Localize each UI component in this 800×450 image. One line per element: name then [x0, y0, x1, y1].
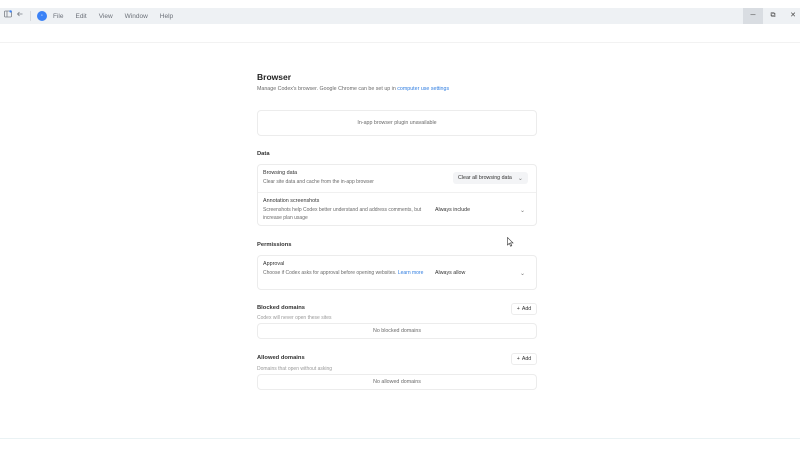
row-divider	[258, 192, 536, 193]
annotation-screenshots-title: Annotation screenshots	[263, 198, 320, 204]
annotation-screenshots-description: Screenshots help Codex better understand…	[263, 207, 422, 221]
approval-description-text: Choose if Codex asks for approval before…	[263, 270, 397, 276]
plus-icon: +	[516, 306, 520, 312]
data-section-label: Data	[257, 151, 270, 157]
permissions-card: Approval Choose if Codex asks for approv…	[257, 255, 537, 290]
divider	[30, 11, 31, 21]
blocked-domains-list: No blocked domains	[257, 323, 537, 339]
sidebar-toggle-icon[interactable]	[4, 8, 12, 24]
footer-divider	[0, 438, 800, 439]
mouse-cursor-icon	[507, 237, 514, 247]
clear-browsing-data-button[interactable]: Clear all browsing data ⌄	[453, 172, 528, 184]
add-allowed-label: Add	[521, 356, 532, 362]
annotation-select-value: Always include	[435, 207, 471, 213]
browsing-data-title: Browsing data	[263, 170, 298, 176]
menu-edit[interactable]: Edit	[75, 13, 86, 20]
plugin-notice: In-app browser plugin unavailable	[357, 120, 437, 126]
add-blocked-label: Add	[521, 306, 532, 312]
title-bar: ◦ File Edit View Window Help ─ ⧉ ✕	[0, 8, 800, 24]
plus-icon: +	[516, 356, 520, 362]
blocked-domains-empty: No blocked domains	[373, 328, 421, 334]
allowed-domains-empty: No allowed domains	[373, 379, 421, 385]
codex-logo-icon: ◦	[37, 11, 47, 21]
page-title: Browser	[257, 72, 292, 82]
menu-bar: File Edit View Window Help	[53, 8, 185, 24]
annotation-screenshots-select[interactable]: Always include ⌄	[432, 204, 530, 216]
learn-more-link[interactable]: Learn more	[398, 270, 424, 276]
browsing-data-description: Clear site data and cache from the in-ap…	[263, 179, 374, 185]
page-subtitle: Manage Codex's browser. Google Chrome ca…	[257, 86, 449, 92]
minimize-button[interactable]: ─	[743, 8, 763, 24]
chevron-down-icon: ⌄	[519, 207, 525, 214]
back-arrow-icon[interactable]	[16, 8, 24, 24]
add-allowed-domain-button[interactable]: + Add	[511, 353, 537, 365]
data-card: Browsing data Clear site data and cache …	[257, 164, 537, 226]
header-divider	[0, 42, 800, 43]
close-button[interactable]: ✕	[783, 8, 800, 24]
approval-description: Choose if Codex asks for approval before…	[263, 269, 428, 277]
menu-file[interactable]: File	[53, 13, 63, 20]
add-blocked-domain-button[interactable]: + Add	[511, 303, 537, 315]
approval-title: Approval	[263, 261, 285, 267]
approval-select-value: Always allow	[435, 270, 466, 276]
subtitle-text: Manage Codex's browser. Google Chrome ca…	[257, 86, 398, 92]
plugin-notice-card: In-app browser plugin unavailable	[257, 110, 537, 136]
computer-use-settings-link[interactable]: computer use settings	[397, 86, 449, 92]
allowed-domains-list: No allowed domains	[257, 374, 537, 390]
permissions-section-label: Permissions	[257, 242, 292, 248]
chevron-down-icon: ⌄	[519, 270, 525, 277]
restore-button[interactable]: ⧉	[763, 8, 783, 24]
blocked-domains-description: Codex will never open these sites	[257, 315, 332, 321]
chevron-down-icon: ⌄	[517, 175, 523, 182]
allowed-domains-label: Allowed domains	[257, 355, 305, 361]
blocked-domains-label: Blocked domains	[257, 305, 305, 311]
menu-help[interactable]: Help	[160, 13, 173, 20]
menu-window[interactable]: Window	[125, 13, 148, 20]
approval-select[interactable]: Always allow ⌄	[432, 267, 530, 279]
menu-view[interactable]: View	[99, 13, 113, 20]
clear-browsing-data-label: Clear all browsing data	[458, 175, 512, 181]
allowed-domains-description: Domains that open without asking	[257, 366, 333, 372]
